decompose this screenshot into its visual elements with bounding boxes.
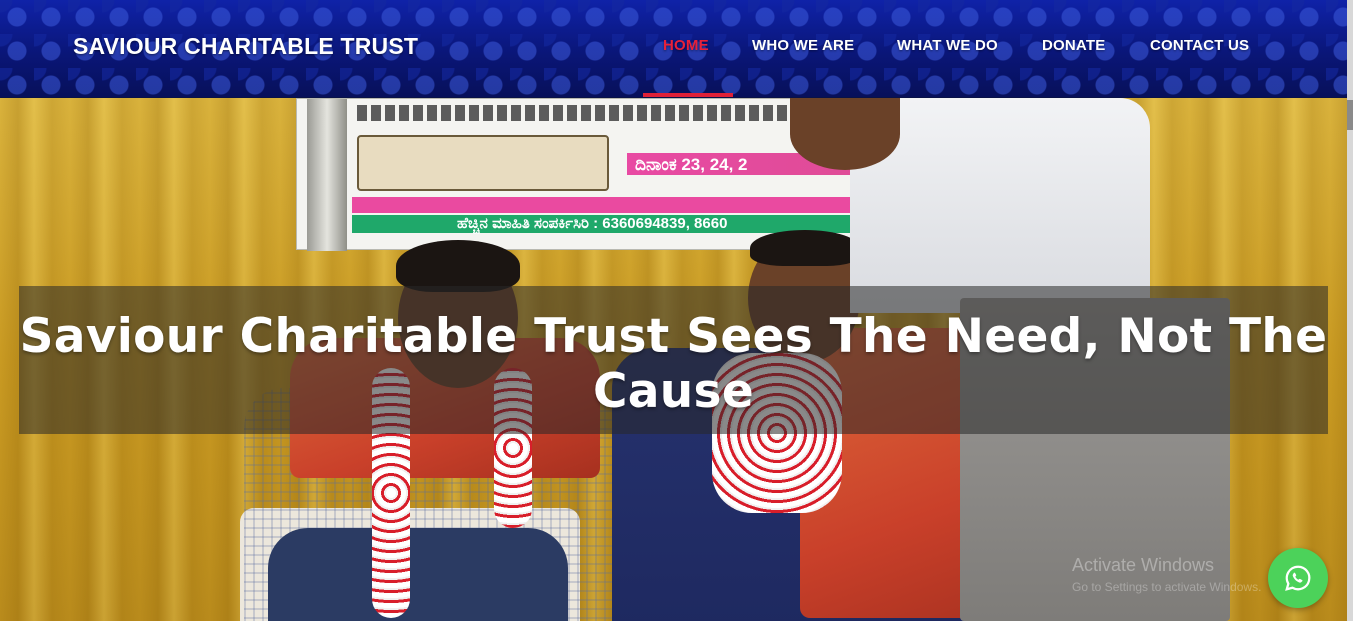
banner-pillar-left xyxy=(307,99,347,251)
nav-contact-us[interactable]: CONTACT US xyxy=(1150,37,1249,54)
activate-windows-watermark: Activate Windows xyxy=(1072,555,1215,575)
banner-scroll-graphic xyxy=(357,135,609,191)
site-brand[interactable]: SAVIOUR CHARITABLE TRUST xyxy=(73,33,418,60)
person-center-hair xyxy=(750,230,860,266)
hero-headline: Saviour Charitable Trust Sees The Need, … xyxy=(19,309,1328,419)
site-header: SAVIOUR CHARITABLE TRUST HOME WHO WE ARE… xyxy=(0,0,1353,98)
activate-windows-subtext: Go to Settings to activate Windows. xyxy=(1072,580,1262,594)
whatsapp-icon xyxy=(1285,565,1311,591)
page-scrollbar[interactable] xyxy=(1347,0,1353,621)
active-nav-indicator xyxy=(643,93,733,97)
nav-who-we-are[interactable]: WHO WE ARE xyxy=(752,37,854,54)
nav-home[interactable]: HOME xyxy=(663,37,709,54)
person-left-jeans xyxy=(268,528,568,621)
banner-date-text: ದಿನಾಂಕ 23, 24, 2 xyxy=(635,155,748,174)
whatsapp-button[interactable] xyxy=(1268,548,1328,608)
scrollbar-thumb[interactable] xyxy=(1347,100,1353,130)
banner-phone-text: ಹೆಚ್ಚಿನ ಮಾಹಿತಿ ಸಂಪರ್ಕಿಸಿರಿ : 6360694839,… xyxy=(457,215,728,232)
nav-what-we-do[interactable]: WHAT WE DO xyxy=(897,37,998,54)
person-standing-head xyxy=(790,98,900,170)
hero-caption-overlay: Saviour Charitable Trust Sees The Need, … xyxy=(19,286,1328,434)
person-left-hair xyxy=(396,240,520,292)
nav-donate[interactable]: DONATE xyxy=(1042,37,1105,54)
